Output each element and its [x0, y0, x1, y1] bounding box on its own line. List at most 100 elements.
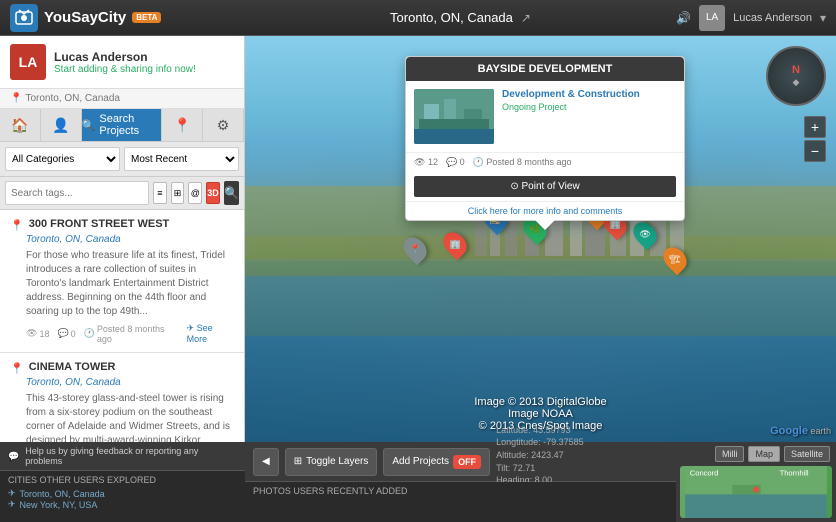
category-filter[interactable]: All Categories — [5, 147, 120, 171]
compass-arrows: ◆ — [792, 77, 800, 88]
3d-view-btn[interactable]: 3D — [206, 182, 220, 204]
header-user-dropdown-icon[interactable]: ▾ — [820, 11, 826, 25]
search-button[interactable]: 🔍 — [224, 181, 239, 205]
tab-search-projects[interactable]: 🔍 Search Projects — [82, 109, 163, 141]
project-item[interactable]: 📍 300 FRONT STREET WEST Toronto, ON, Can… — [0, 210, 244, 353]
bayside-popup: BAYSIDE DEVELOPMENT Development & Constr… — [405, 56, 685, 221]
map-pin-red-1[interactable]: 🏢 — [445, 231, 465, 257]
water-area — [245, 259, 836, 442]
city-item[interactable]: ✈ Toronto, ON, Canada — [8, 488, 237, 499]
project-location: Toronto, ON, Canada — [26, 234, 234, 245]
list-view-btn[interactable]: ≡ — [153, 182, 167, 204]
popup-title: BAYSIDE DEVELOPMENT — [406, 57, 684, 81]
map-pin-teal-1[interactable]: 👁 — [635, 221, 655, 247]
sidebar-user-section: LA Lucas Anderson Start adding & sharing… — [0, 36, 244, 89]
tab-pin[interactable]: 📍 — [162, 109, 203, 141]
popup-comments: 💬 0 — [446, 157, 465, 168]
tab-home[interactable]: 🏠 — [0, 109, 41, 141]
project-pin-icon: 📍 — [10, 219, 24, 232]
popup-meta-row: 👁 12 💬 0 🕐 Posted 8 months ago — [406, 152, 684, 172]
city-name: Toronto, ON, Canada — [20, 489, 105, 499]
add-projects-button[interactable]: Add Projects OFF — [383, 448, 490, 476]
see-more-link[interactable]: ✈ See More — [187, 323, 234, 344]
bottom-left-panel: 💬 Help us by giving feedback or reportin… — [0, 442, 245, 522]
sound-icon[interactable]: 🔊 — [676, 11, 691, 25]
project-location: Toronto, ON, Canada — [26, 377, 234, 388]
cities-title: CITIES OTHER USERS EXPLORED — [8, 475, 237, 485]
zoom-controls: + − — [804, 116, 826, 162]
altitude-display: Altitude: 2423.47 — [496, 449, 584, 462]
search-tab-icon: 🔍 — [82, 119, 96, 132]
popup-info: Development & Construction Ongoing Proje… — [502, 89, 676, 144]
header-location: Toronto, ON, Canada — [390, 10, 513, 25]
user-tagline: Start adding & sharing info now! — [54, 64, 234, 75]
user-avatar: LA — [10, 44, 46, 80]
map-type-row: Milli Map Satellite — [676, 442, 836, 466]
search-tab-label: Search Projects — [99, 113, 161, 137]
back-button[interactable]: ◀ — [253, 448, 279, 476]
tab-settings[interactable]: ⚙ — [203, 109, 244, 141]
search-tags-input[interactable] — [5, 181, 149, 205]
project-title-row: 📍 300 FRONT STREET WEST — [10, 218, 234, 232]
toggle-layers-button[interactable]: ⊞ Toggle Layers — [285, 448, 378, 476]
project-title: CINEMA TOWER — [29, 361, 116, 373]
satellite-btn[interactable]: Satellite — [784, 446, 830, 462]
feedback-text: Help us by giving feedback or reporting … — [25, 446, 237, 466]
zoom-out-btn[interactable]: − — [804, 140, 826, 162]
map-pin-orange-2[interactable]: 🏗 — [665, 246, 685, 272]
tab-people[interactable]: 👤 — [41, 109, 82, 141]
milli-btn[interactable]: Milli — [715, 446, 745, 462]
popup-thumbnail — [414, 89, 494, 144]
google-earth-badge: Google earth — [770, 425, 831, 437]
map-pin-gray-1[interactable]: 📍 — [405, 236, 425, 262]
header-center: Toronto, ON, Canada ↗ — [245, 10, 676, 25]
mini-map[interactable]: Concord Thornhill — [680, 466, 832, 518]
bottom-right-panel: Milli Map Satellite Concord Thornhill — [676, 442, 836, 522]
toggle-off-badge: OFF — [453, 455, 481, 469]
project-comments: 💬 0 — [57, 328, 75, 339]
project-pin-icon: 📍 — [10, 362, 24, 375]
project-posted: 🕐 Posted 8 months ago — [84, 324, 179, 344]
user-location: 📍 Toronto, ON, Canada — [0, 89, 244, 109]
header: YouSayCity BETA Toronto, ON, Canada ↗ 🔊 … — [0, 0, 836, 36]
project-title-row: 📍 CINEMA TOWER — [10, 361, 234, 375]
svg-text:Concord: Concord — [690, 468, 719, 477]
bottom-center-panel: ◀ ⊞ Toggle Layers Add Projects OFF Latit… — [245, 442, 676, 522]
sidebar-tabs: 🏠 👤 🔍 Search Projects 📍 ⚙ — [0, 109, 244, 142]
city-item[interactable]: ✈ New York, NY, USA — [8, 499, 237, 510]
logo-icon — [10, 4, 38, 32]
map-area[interactable]: 🏢 🚉 🌿 🏢 🏗 🏢 👁 🏛 📍 🏗 🏊 BAYSIDE DEVELOPMEN… — [245, 36, 836, 442]
photos-section: PHOTOS USERS RECENTLY ADDED — [245, 482, 676, 522]
beta-badge: BETA — [132, 12, 161, 23]
popup-pov-button[interactable]: ⊙ Point of View — [414, 176, 676, 197]
map-view-btn[interactable]: @ — [188, 182, 202, 204]
sort-filter[interactable]: Most Recent — [124, 147, 239, 171]
user-location-text: Toronto, ON, Canada — [25, 93, 120, 104]
lon-display: Longtitude: -79.37585 — [496, 436, 584, 449]
layers-icon: ⊞ — [294, 456, 302, 467]
add-projects-label: Add Projects — [392, 456, 449, 467]
popup-more-link[interactable]: Click here for more info and comments — [406, 201, 684, 220]
filter-row: All Categories Most Recent — [0, 142, 244, 177]
popup-thumbnail-image — [414, 89, 494, 144]
map-btn[interactable]: Map — [748, 446, 780, 462]
app-name: YouSayCity — [44, 9, 126, 26]
compass[interactable]: N ◆ — [766, 46, 826, 106]
user-info: Lucas Anderson Start adding & sharing in… — [54, 50, 234, 75]
header-right: 🔊 LA Lucas Anderson ▾ — [676, 5, 836, 31]
share-icon[interactable]: ↗ — [521, 11, 531, 25]
popup-arrow — [535, 220, 555, 230]
popup-status: Ongoing Project — [502, 102, 676, 112]
cities-section: CITIES OTHER USERS EXPLORED ✈ Toronto, O… — [0, 471, 245, 522]
svg-text:Thornhill: Thornhill — [780, 468, 809, 477]
grid-view-btn[interactable]: ⊞ — [171, 182, 185, 204]
feedback-icon: 💬 — [8, 451, 19, 462]
zoom-in-btn[interactable]: + — [804, 116, 826, 138]
popup-category: Development & Construction — [502, 89, 676, 100]
project-description: For those who treasure life at its fines… — [26, 249, 234, 319]
city-name: New York, NY, USA — [20, 500, 98, 510]
toggle-layers-label: Toggle Layers — [306, 456, 368, 467]
city-pin-icon: ✈ — [8, 499, 16, 510]
logo-area: YouSayCity BETA — [0, 4, 245, 32]
feedback-bar[interactable]: 💬 Help us by giving feedback or reportin… — [0, 442, 245, 471]
